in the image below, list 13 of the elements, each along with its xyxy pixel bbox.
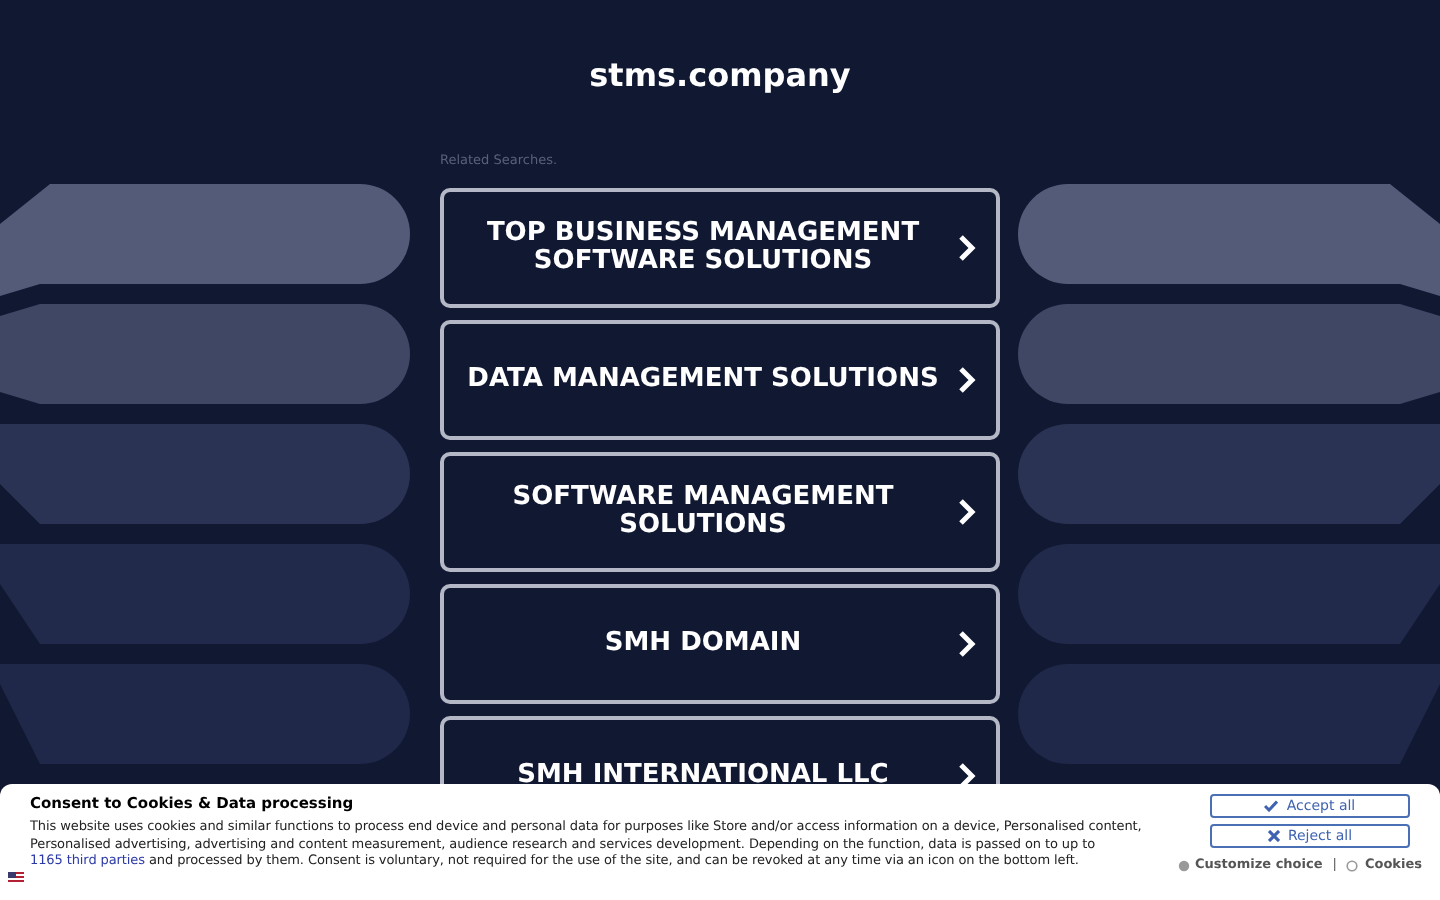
cookie-icon <box>1346 859 1359 872</box>
chevron-right-icon <box>958 366 976 394</box>
site-title: stms.company <box>589 56 851 96</box>
check-icon <box>1264 800 1279 812</box>
chevron-right-icon <box>958 234 976 262</box>
close-icon <box>1267 830 1280 842</box>
search-link[interactable]: SOFTWARE MANAGEMENT SOLUTIONS <box>440 452 1000 572</box>
chevron-right-icon <box>958 630 976 658</box>
search-link[interactable]: TOP BUSINESS MANAGEMENT SOFTWARE SOLUTIONS <box>440 188 1000 308</box>
flag-icon[interactable] <box>8 872 24 884</box>
chevron-right-icon <box>958 498 976 526</box>
search-link[interactable]: SMH DOMAIN <box>440 584 1000 704</box>
search-link[interactable]: DATA MANAGEMENT SOLUTIONS <box>440 320 1000 440</box>
